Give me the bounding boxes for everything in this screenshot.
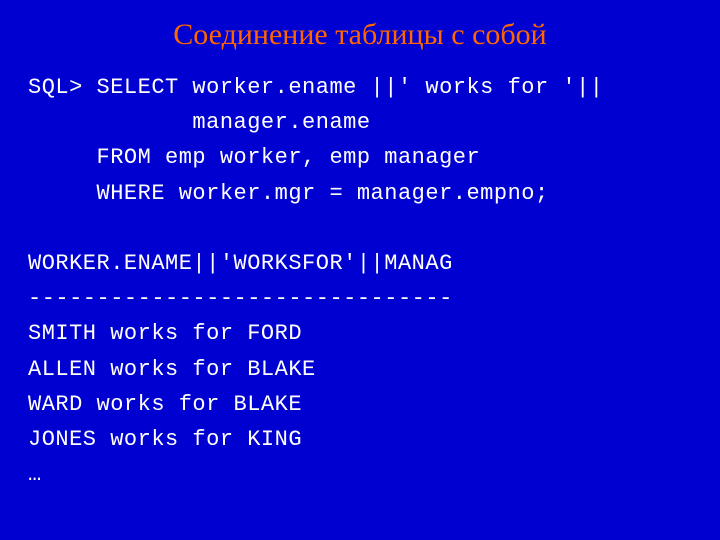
code-line: ALLEN works for BLAKE xyxy=(28,357,316,382)
code-line: WHERE worker.mgr = manager.empno; xyxy=(28,181,549,206)
code-line: manager.ename xyxy=(28,110,371,135)
code-line: SQL> SELECT worker.ename ||' works for '… xyxy=(28,75,604,100)
code-line: JONES works for KING xyxy=(28,427,302,452)
code-line: SMITH works for FORD xyxy=(28,321,302,346)
code-line: FROM emp worker, emp manager xyxy=(28,145,480,170)
code-block: SQL> SELECT worker.ename ||' works for '… xyxy=(28,70,692,492)
code-line: WORKER.ENAME||'WORKSFOR'||MANAG xyxy=(28,251,453,276)
code-line: WARD works for BLAKE xyxy=(28,392,302,417)
code-line: ------------------------------- xyxy=(28,286,453,311)
slide-title: Соединение таблицы с собой xyxy=(28,18,692,52)
code-line: … xyxy=(28,462,42,487)
slide: Соединение таблицы с собой SQL> SELECT w… xyxy=(0,0,720,540)
